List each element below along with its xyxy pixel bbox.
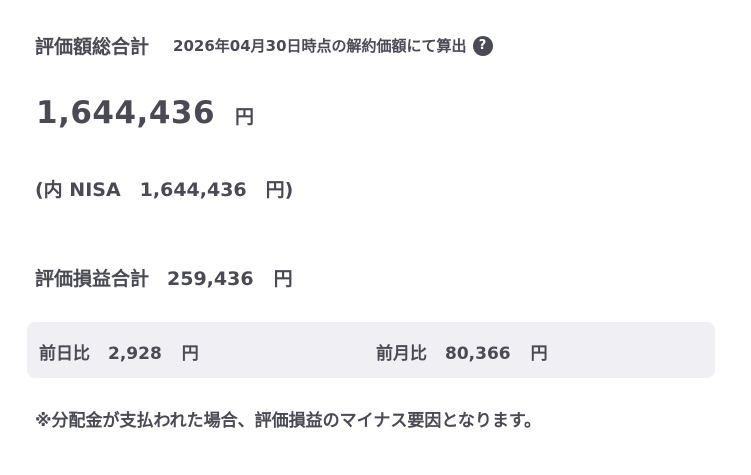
day-over-day: 前日比 2,928 円	[39, 339, 199, 364]
day-over-day-value: 2,928	[108, 344, 162, 364]
help-question-icon[interactable]: ?	[472, 35, 493, 56]
comparison-box: 前日比 2,928 円 前月比 80,366 円	[27, 322, 715, 378]
month-over-month: 前月比 80,366 円	[376, 339, 548, 364]
day-over-day-label: 前日比	[39, 344, 90, 364]
distribution-note: ※分配金が支払われた場合、評価損益のマイナス要因となります。	[35, 411, 542, 431]
month-over-month-unit: 円	[530, 344, 548, 364]
header-row: 評価額総合計 2026年04月30日時点の解約価額にて算出 ?	[35, 32, 493, 59]
valuation-summary-panel: 評価額総合計 2026年04月30日時点の解約価額にて算出 ? 1,644,43…	[0, 0, 751, 475]
as-of-date-text: 2026年04月30日時点の解約価額にて算出	[173, 37, 467, 55]
nisa-breakdown: (内 NISA 1,644,436 円)	[35, 179, 294, 201]
total-valuation: 1,644,436 円	[36, 95, 254, 131]
total-valuation-unit: 円	[235, 106, 255, 128]
profit-loss-total: 評価損益合計 259,436 円	[35, 264, 293, 291]
total-valuation-value: 1,644,436	[36, 95, 216, 131]
profit-loss-unit: 円	[273, 268, 293, 290]
month-over-month-label: 前月比	[376, 344, 427, 364]
day-over-day-unit: 円	[181, 344, 199, 364]
profit-loss-label: 評価損益合計	[35, 268, 150, 290]
month-over-month-value: 80,366	[445, 344, 511, 364]
profit-loss-value: 259,436	[167, 268, 254, 290]
total-valuation-title: 評価額総合計	[35, 36, 150, 58]
